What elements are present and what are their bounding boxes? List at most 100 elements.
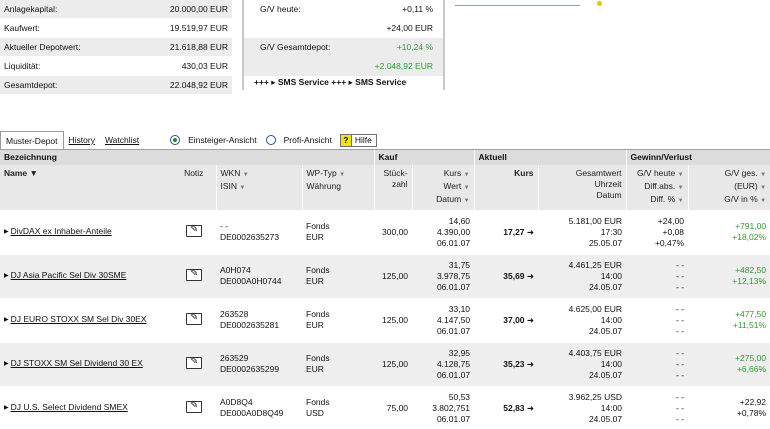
- summary-value: 430,03 EUR: [181, 61, 228, 71]
- col-akt-kurs-label: Kurs: [514, 167, 534, 178]
- diff-pct-value: +0,47%: [654, 237, 685, 248]
- edit-note-icon[interactable]: [186, 312, 202, 325]
- col-wptyp[interactable]: WP-Typ ▼ Währung: [301, 164, 375, 210]
- trend-arrow-icon: ➜: [526, 402, 535, 413]
- kauf-wert: 4.390,00: [436, 226, 471, 237]
- edit-note-icon[interactable]: [186, 224, 202, 237]
- security-link[interactable]: ▶ DJ Asia Pacific Sel Div 30SME: [4, 270, 126, 280]
- wkn: - -: [220, 221, 229, 231]
- tab-muster-depot[interactable]: Muster-Depot: [0, 131, 64, 149]
- kauf-cell: 50,53 3.802,751 06.01.07: [412, 385, 475, 429]
- group-aktuell: Aktuell: [473, 149, 627, 165]
- sort-icon[interactable]: ▼: [678, 185, 684, 191]
- trend-arrow-icon: ➜: [526, 270, 535, 281]
- akt-datum: 24.05.07: [588, 281, 623, 292]
- header-group-row: Bezeichnung Kauf Aktuell Gewinn/Verlust: [0, 149, 770, 165]
- gv-heute-abs: +24,00 EUR: [386, 23, 433, 33]
- gesamtwert-cell: 4.461,25 EUR 14:00 24.05.07: [538, 253, 627, 298]
- summary-value: 22.048,92 EUR: [169, 80, 228, 90]
- gv-heute-value: - -: [676, 391, 685, 402]
- col-diff-abs-label: Diff.abs.: [644, 180, 676, 191]
- depot-summary: Anlagekapital: 20.000,00 EUR Kaufwert: 1…: [0, 0, 232, 95]
- col-stueck-label: Stück-: [383, 167, 408, 178]
- radio-einsteiger-ansicht[interactable]: Einsteiger-Ansicht: [170, 135, 257, 145]
- gv-heute-cell: - -- -- -: [626, 253, 689, 298]
- notiz-cell: [172, 209, 216, 254]
- security-name[interactable]: DJ STOXX SM Sel Dividend 30 EX: [11, 358, 143, 368]
- radio-unselected-icon[interactable]: [265, 135, 276, 145]
- sort-icon[interactable]: ▼: [678, 172, 684, 178]
- tab-history[interactable]: History: [64, 131, 100, 149]
- security-name[interactable]: DJ Asia Pacific Sel Div 30SME: [11, 270, 127, 280]
- gv-heute-abs-row: +24,00 EUR: [244, 19, 443, 38]
- radio-selected-icon[interactable]: [170, 135, 181, 145]
- col-wkn-isin[interactable]: WKN ▼ ISIN ▼: [215, 164, 302, 210]
- col-gv-ges-label: G/V ges.: [724, 167, 758, 178]
- kauf-wert: 3.978,75: [436, 270, 471, 281]
- sort-icon[interactable]: ▼: [760, 185, 766, 191]
- summary-row: Anlagekapital: 20.000,00 EUR: [0, 0, 232, 19]
- sort-icon[interactable]: ▼: [760, 172, 766, 178]
- sort-icon[interactable]: ▼: [243, 172, 249, 178]
- col-kurs-label: Kurs: [443, 167, 462, 178]
- security-link[interactable]: ▶ DJ EURO STOXX SM Sel Div 30EX: [4, 314, 147, 324]
- wkn-isin-cell: A0H074 DE000A0H0744: [216, 253, 302, 298]
- summary-row: Gesamtdepot: 22.048,92 EUR: [0, 76, 232, 95]
- edit-note-icon[interactable]: [186, 400, 202, 413]
- portfolio-table: Bezeichnung Kauf Aktuell Gewinn/Verlust …: [0, 149, 770, 429]
- gv-gesamt-pct: +10,24 %: [396, 42, 433, 52]
- edit-note-icon[interactable]: [186, 268, 202, 281]
- radio-profi-ansicht[interactable]: Profi-Ansicht: [265, 135, 332, 145]
- uhrzeit: 14:00: [600, 270, 623, 281]
- col-gv-ges[interactable]: G/V ges. ▼ (EUR) ▼ G/V in % ▼: [687, 164, 770, 210]
- kauf-datum: 06.01.07: [436, 369, 471, 380]
- tab-watchlist[interactable]: Watchlist: [100, 131, 144, 149]
- akt-kurs-cell: 35,69 ➜: [474, 253, 539, 298]
- sort-icon[interactable]: ▼: [239, 185, 245, 191]
- hilfe-button[interactable]: ? Hilfe: [339, 133, 377, 147]
- security-name[interactable]: DivDAX ex Inhaber-Anteile: [11, 226, 112, 236]
- sort-icon[interactable]: ▼: [760, 198, 766, 204]
- uhrzeit: 14:00: [600, 402, 623, 413]
- gesamtwert: 4.461,25 EUR: [568, 259, 623, 270]
- name-cell: ▶ DJ EURO STOXX SM Sel Div 30EX: [0, 297, 172, 342]
- security-link[interactable]: ▶ DJ STOXX SM Sel Dividend 30 EX: [4, 358, 143, 368]
- table-row: ▶DivDAX ex Inhaber-Anteile - -DE00026352…: [0, 209, 770, 254]
- diff-pct-value: - -: [676, 369, 685, 380]
- name-cell: ▶ DJ STOXX SM Sel Dividend 30 EX: [0, 341, 172, 386]
- sort-desc-icon[interactable]: ▼: [30, 168, 38, 178]
- col-kauf[interactable]: Kurs ▼ Wert ▼ Datum ▼: [411, 164, 475, 210]
- uhrzeit: 14:00: [600, 314, 623, 325]
- chart-legend-dot: [597, 1, 602, 6]
- kauf-kurs: 33,10: [448, 303, 471, 314]
- notiz-cell: [172, 341, 216, 386]
- table-row: ▶DJ Asia Pacific Sel Div 30SME A0H074DE0…: [0, 253, 770, 298]
- col-name[interactable]: Name ▼: [0, 164, 172, 210]
- sort-icon[interactable]: ▼: [464, 198, 470, 204]
- kauf-kurs: 50,53: [448, 391, 471, 402]
- sort-icon[interactable]: ▼: [464, 185, 470, 191]
- akt-datum: 24.05.07: [588, 413, 623, 424]
- kauf-cell: 14,60 4.390,00 06.01.07: [412, 209, 475, 254]
- gv-ges-pct: +18,02%: [732, 232, 767, 242]
- sort-icon[interactable]: ▼: [464, 172, 470, 178]
- security-link[interactable]: ▶ DJ U.S. Select Dividend SMEX: [4, 402, 128, 412]
- waehrung: EUR: [306, 232, 324, 242]
- akt-kurs: 52,83: [503, 402, 525, 413]
- gesamtwert-cell: 4.625,00 EUR 14:00 24.05.07: [538, 297, 627, 342]
- sort-icon[interactable]: ▼: [339, 172, 345, 178]
- uhrzeit: 17:30: [600, 226, 623, 237]
- sms-service-ticker[interactable]: +++ ▸ SMS Service +++ ▸ SMS Service: [242, 74, 445, 90]
- edit-note-icon[interactable]: [186, 356, 202, 369]
- col-gv-heute[interactable]: G/V heute ▼ Diff.abs. ▼ Diff. % ▼: [625, 164, 689, 210]
- name-cell: ▶ DJ U.S. Select Dividend SMEX: [0, 385, 172, 429]
- gv-ges-cell: +791,00 +18,02%: [688, 209, 770, 254]
- security-name[interactable]: DJ U.S. Select Dividend SMEX: [11, 402, 128, 412]
- col-eur-label: (EUR): [734, 180, 758, 191]
- security-name[interactable]: DJ EURO STOXX SM Sel Div 30EX: [11, 314, 147, 324]
- akt-kurs: 37,00: [503, 314, 525, 325]
- security-link[interactable]: ▶ DivDAX ex Inhaber-Anteile: [4, 226, 112, 236]
- radio-label: Einsteiger-Ansicht: [188, 135, 257, 145]
- kauf-wert: 4.147,50: [436, 314, 471, 325]
- sort-icon[interactable]: ▼: [678, 198, 684, 204]
